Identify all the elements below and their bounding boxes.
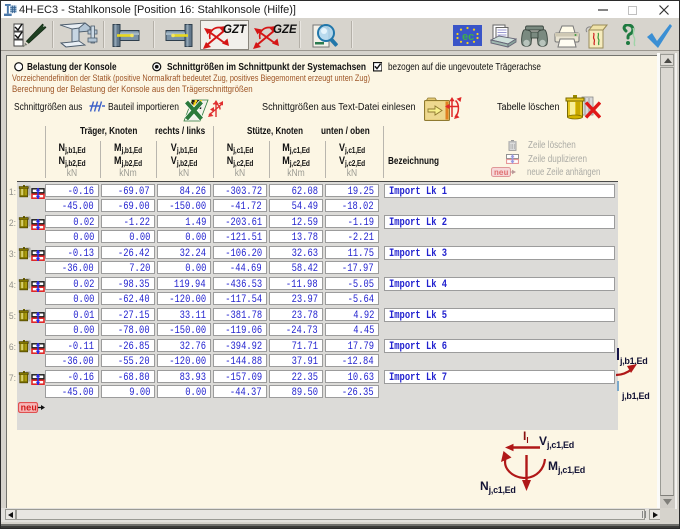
svg-text:ec: ec — [462, 31, 474, 43]
svg-text:GZE: GZE — [273, 24, 297, 36]
svg-text:neu: neu — [494, 169, 509, 177]
svg-text:neu: neu — [21, 404, 37, 413]
svg-text:GZT: GZT — [223, 24, 247, 36]
